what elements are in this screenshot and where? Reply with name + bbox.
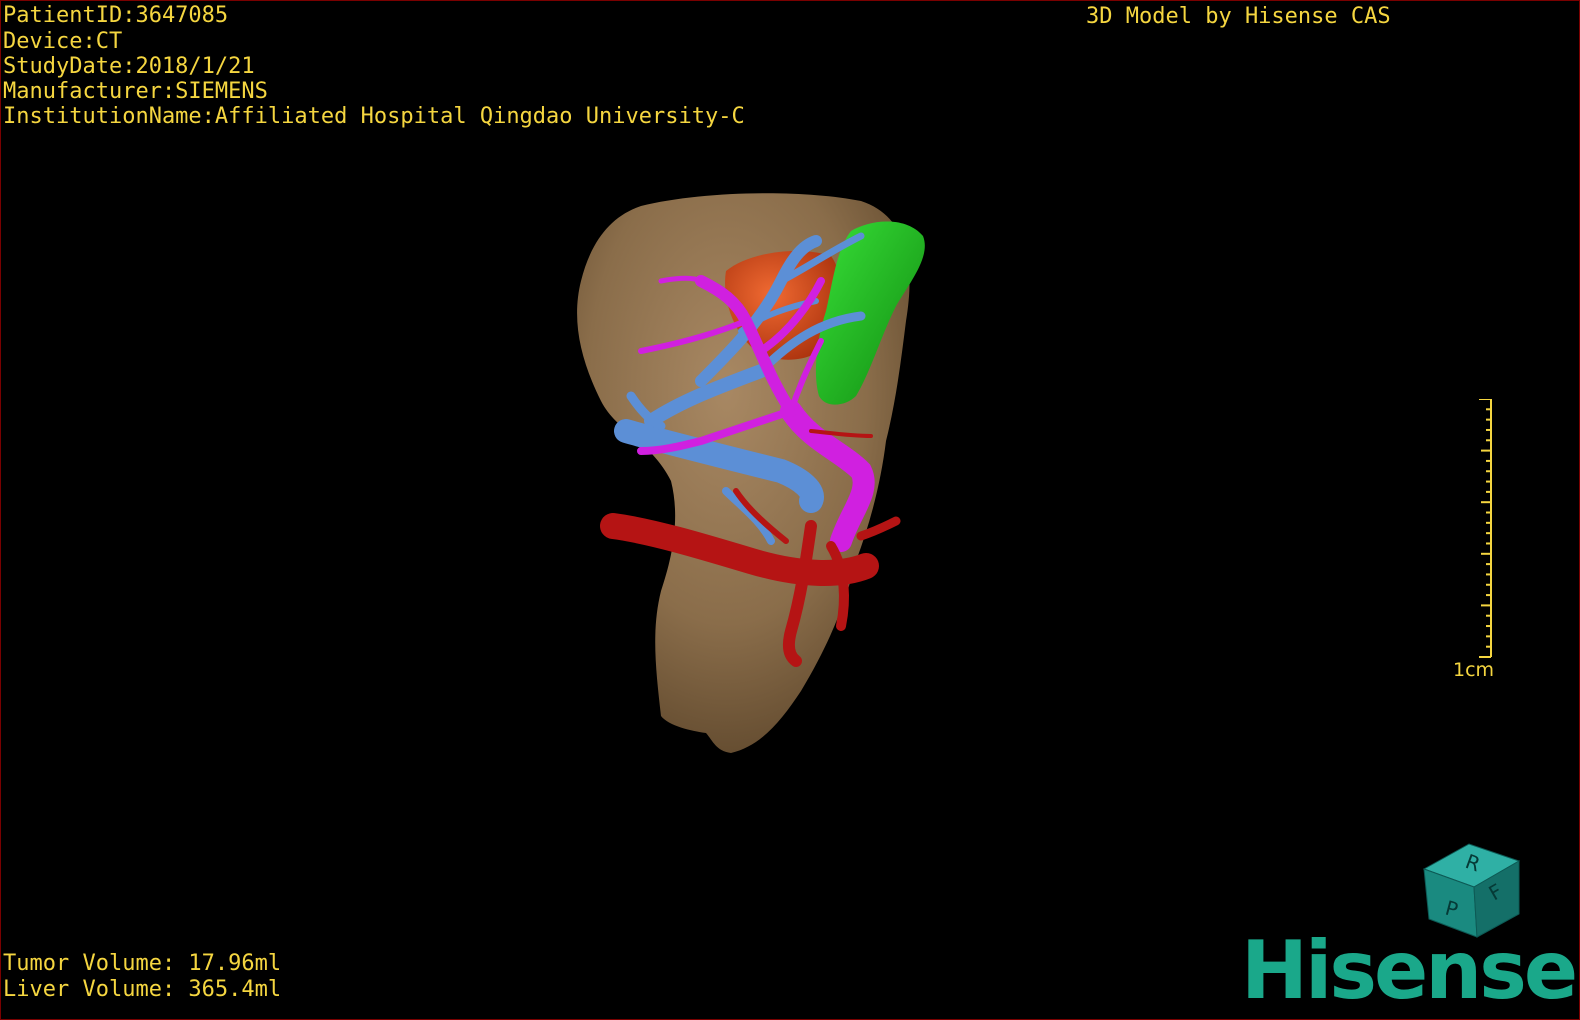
liver-volume-text: Liver Volume: 365.4ml <box>3 977 281 1002</box>
scale-bar <box>1479 399 1509 659</box>
3d-viewport[interactable]: PatientID:3647085 Device:CT StudyDate:20… <box>0 0 1580 1020</box>
hisense-logo: Hisense <box>1241 931 1575 1011</box>
scale-bar-label: 1cm <box>1453 659 1494 681</box>
tumor-volume-text: Tumor Volume: 17.96ml <box>3 951 281 976</box>
liver-3d-model[interactable] <box>1 1 1579 1019</box>
